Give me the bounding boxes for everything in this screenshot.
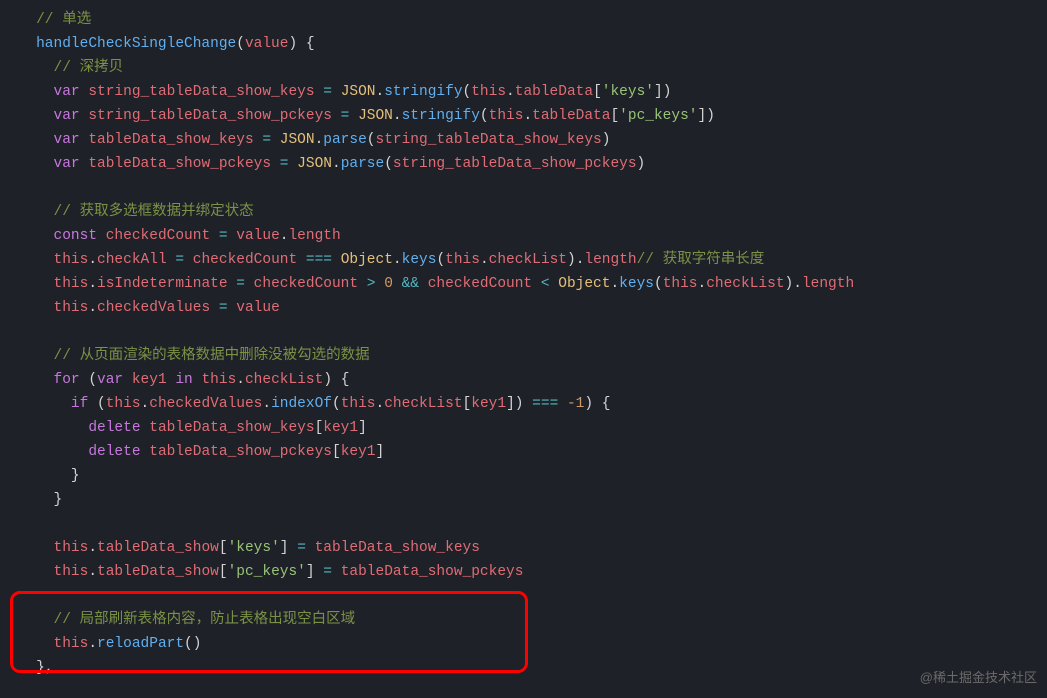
code-line: var tableData_show_keys = JSON.parse(str… (10, 132, 610, 148)
code-line: this.tableData_show['pc_keys'] = tableDa… (10, 564, 523, 580)
code-line: var string_tableData_show_pckeys = JSON.… (10, 108, 715, 124)
code-editor: // 单选 handleCheckSingleChange(value) { /… (10, 8, 1037, 680)
code-line: var tableData_show_pckeys = JSON.parse(s… (10, 156, 645, 172)
code-line (10, 324, 19, 340)
code-line: var string_tableData_show_keys = JSON.st… (10, 84, 671, 100)
comment: // 局部刷新表格内容，防止表格出现空白区域 (54, 612, 356, 628)
code-line: // 获取多选框数据并绑定状态 (10, 204, 254, 220)
comment: // 深拷贝 (54, 60, 124, 76)
code-line: } (10, 492, 62, 508)
code-line (10, 588, 19, 604)
code-line: this.tableData_show['keys'] = tableData_… (10, 540, 480, 556)
code-line: delete tableData_show_keys[key1] (10, 420, 367, 436)
code-line: this.isIndeterminate = checkedCount > 0 … (10, 276, 854, 292)
comment: // 单选 (36, 12, 91, 28)
code-line: if (this.checkedValues.indexOf(this.chec… (10, 396, 611, 412)
watermark: @稀土掘金技术社区 (920, 666, 1037, 690)
code-line: // 深拷贝 (10, 60, 123, 76)
code-line: this.checkAll = checkedCount === Object.… (10, 252, 764, 268)
comment: // 获取字符串长度 (637, 252, 765, 268)
code-line: // 单选 (10, 12, 91, 28)
code-line: this.checkedValues = value (10, 300, 280, 316)
code-line: for (var key1 in this.checkList) { (10, 372, 349, 388)
code-line: delete tableData_show_pckeys[key1] (10, 444, 384, 460)
code-line: } (10, 468, 80, 484)
function-name: handleCheckSingleChange (36, 36, 236, 52)
code-line: }, (10, 660, 54, 676)
code-line: const checkedCount = value.length (10, 228, 341, 244)
code-line: // 从页面渲染的表格数据中删除没被勾选的数据 (10, 348, 370, 364)
code-line (10, 516, 19, 532)
comment: // 从页面渲染的表格数据中删除没被勾选的数据 (54, 348, 370, 364)
code-line: // 局部刷新表格内容，防止表格出现空白区域 (10, 612, 355, 628)
code-line: this.reloadPart() (10, 636, 201, 652)
code-line: handleCheckSingleChange(value) { (10, 36, 315, 52)
comment: // 获取多选框数据并绑定状态 (54, 204, 254, 220)
code-line (10, 180, 19, 196)
